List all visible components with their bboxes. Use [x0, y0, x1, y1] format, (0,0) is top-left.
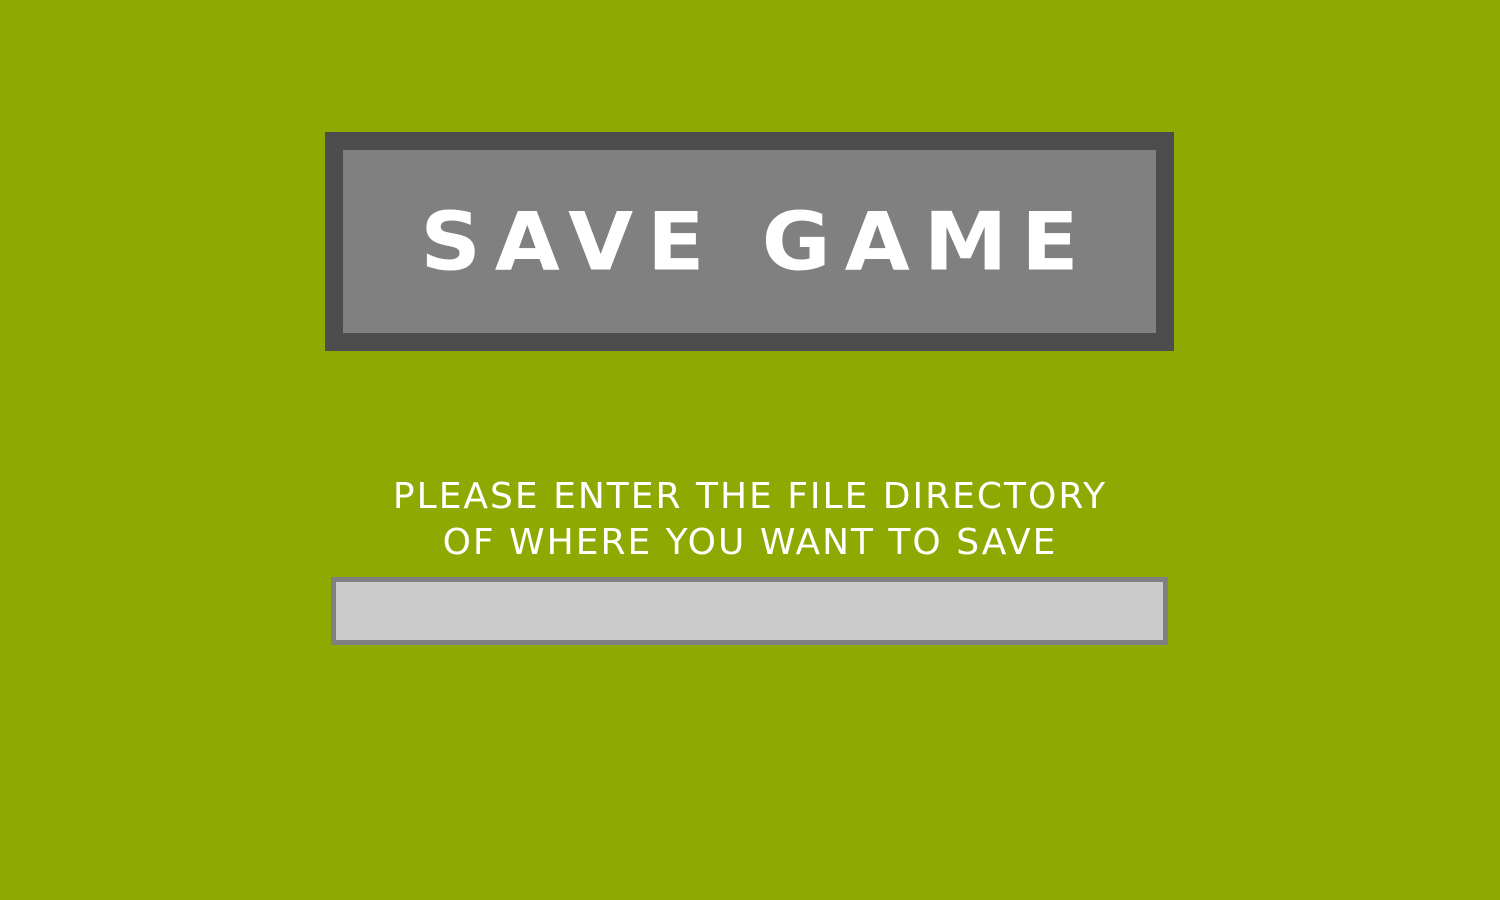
file-directory-input[interactable]	[331, 577, 1168, 645]
page-title: SAVE GAME	[420, 194, 1093, 289]
prompt-line-1: PLEASE ENTER THE FILE DIRECTORY	[392, 476, 1108, 517]
save-game-screen: SAVE GAME PLEASE ENTER THE FILE DIRECTOR…	[0, 0, 1500, 900]
directory-prompt: PLEASE ENTER THE FILE DIRECTORY OF WHERE…	[250, 474, 1250, 566]
prompt-line-2: OF WHERE YOU WANT TO SAVE	[442, 522, 1058, 563]
title-panel: SAVE GAME	[325, 132, 1174, 351]
